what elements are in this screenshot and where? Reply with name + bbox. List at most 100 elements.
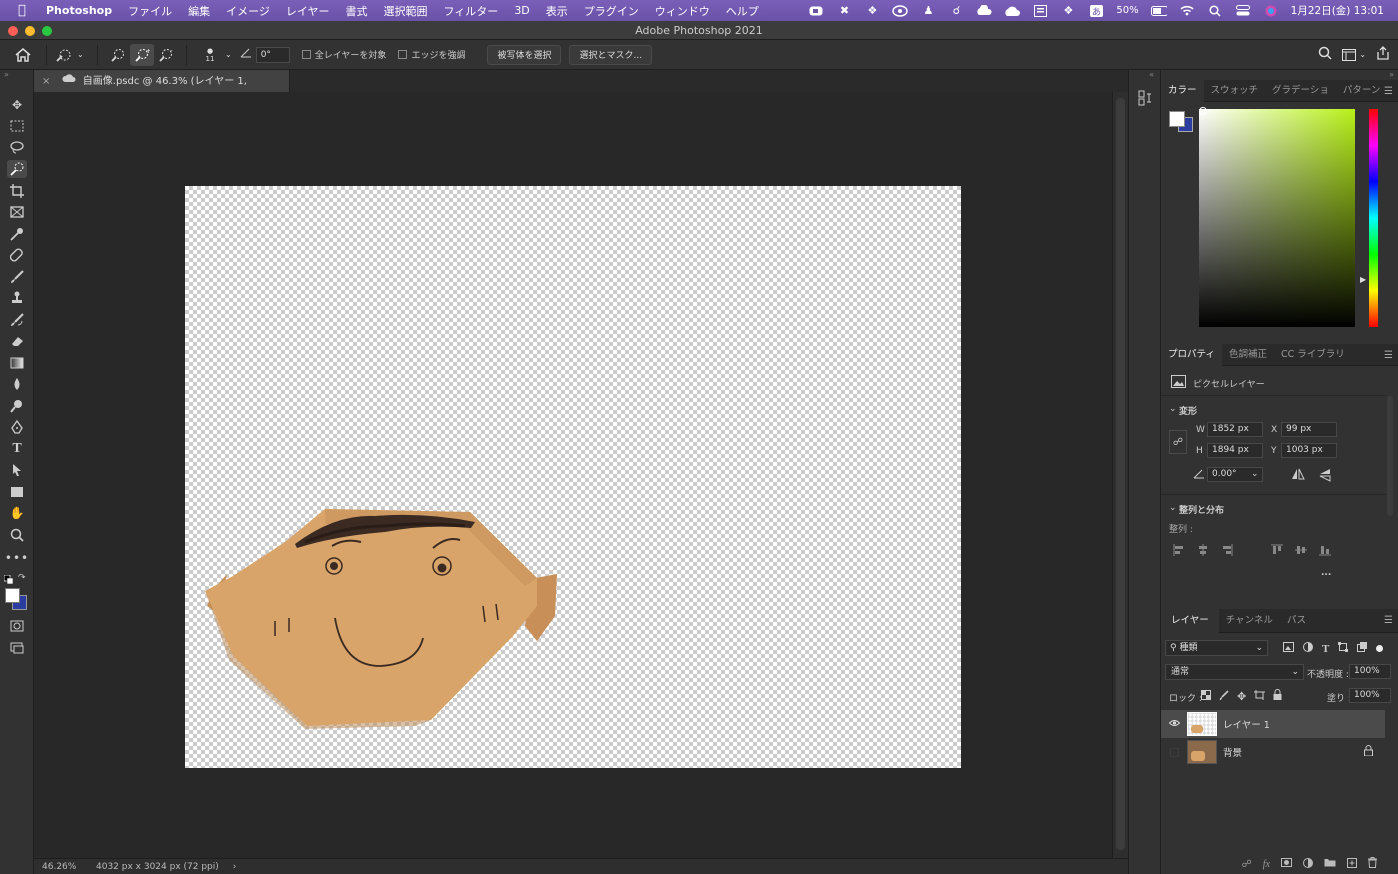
panel-menu-icon[interactable]: ☰ bbox=[1384, 86, 1393, 97]
share-icon[interactable] bbox=[1376, 46, 1390, 63]
layer-name[interactable]: レイヤー 1 bbox=[1223, 717, 1270, 731]
spotlight-search-icon[interactable] bbox=[1207, 4, 1223, 17]
rectangle-tool-icon[interactable] bbox=[7, 483, 27, 501]
lock-position-icon[interactable]: ✥ bbox=[1237, 690, 1246, 703]
menu-file[interactable]: ファイル bbox=[128, 3, 172, 19]
lock-all-icon[interactable] bbox=[1273, 689, 1282, 703]
width-field[interactable]: 1852 px bbox=[1207, 422, 1263, 437]
grid-app-icon[interactable]: ❖ bbox=[1060, 4, 1076, 17]
tool-preset-picker[interactable]: ⌄ bbox=[55, 48, 89, 62]
menu-help[interactable]: ヘルプ bbox=[726, 3, 759, 19]
visibility-toggle-empty[interactable] bbox=[1161, 747, 1187, 757]
marquee-tool-icon[interactable] bbox=[7, 117, 27, 135]
zoom-tool-icon[interactable] bbox=[7, 526, 27, 544]
subtract-from-selection-mode-icon[interactable]: - bbox=[154, 48, 178, 62]
default-colors-icon[interactable] bbox=[3, 574, 14, 587]
chevron-down-icon[interactable]: ⌄ bbox=[1169, 503, 1177, 513]
close-tab-icon[interactable]: × bbox=[42, 76, 50, 87]
adjustment-layer-icon[interactable] bbox=[1303, 857, 1313, 871]
link-layers-icon[interactable]: ☍ bbox=[1242, 859, 1252, 870]
hue-slider[interactable] bbox=[1369, 109, 1378, 327]
menu-window[interactable]: ウィンドウ bbox=[655, 3, 710, 19]
wifi-icon[interactable] bbox=[1179, 4, 1195, 17]
document-icon[interactable] bbox=[1032, 4, 1048, 17]
menu-select[interactable]: 選択範囲 bbox=[384, 3, 428, 19]
lock-image-pixels-icon[interactable] bbox=[1219, 689, 1229, 703]
quick-selection-tool-icon[interactable] bbox=[7, 160, 27, 178]
menu-type[interactable]: 書式 bbox=[346, 3, 368, 19]
brush-tool-icon[interactable] bbox=[7, 268, 27, 286]
zoom-window-button[interactable] bbox=[42, 26, 52, 36]
lock-artboard-icon[interactable] bbox=[1254, 689, 1266, 703]
menu-filter[interactable]: フィルター bbox=[444, 3, 499, 19]
align-left-icon[interactable] bbox=[1173, 544, 1185, 559]
fill-field[interactable]: 100% bbox=[1349, 688, 1391, 703]
eraser-tool-icon[interactable] bbox=[7, 332, 27, 350]
add-mask-icon[interactable] bbox=[1281, 858, 1292, 870]
path-selection-tool-icon[interactable] bbox=[7, 461, 27, 479]
menu-plugins[interactable]: プラグイン bbox=[584, 3, 639, 19]
hand-tool-icon[interactable]: ✋ bbox=[7, 504, 27, 522]
layer-row[interactable]: 背景 bbox=[1161, 738, 1385, 766]
tab-paths[interactable]: パス bbox=[1280, 609, 1313, 633]
clone-stamp-tool-icon[interactable] bbox=[7, 289, 27, 307]
layer-lock-icon[interactable] bbox=[1364, 745, 1373, 759]
collapse-panel-icon[interactable]: » bbox=[4, 70, 9, 79]
menu-image[interactable]: イメージ bbox=[226, 3, 270, 19]
enhance-edge-checkbox[interactable]: エッジを強調 bbox=[398, 48, 465, 61]
align-right-icon[interactable] bbox=[1221, 544, 1233, 559]
sample-all-layers-checkbox[interactable]: 全レイヤーを対象 bbox=[301, 48, 386, 61]
tab-cc-libraries[interactable]: CC ライブラリ bbox=[1274, 344, 1352, 366]
status-menu-icon[interactable]: › bbox=[233, 862, 237, 872]
new-layer-icon[interactable] bbox=[1347, 857, 1357, 871]
collapse-panel-icon[interactable]: » bbox=[1389, 70, 1394, 79]
dropbox-icon[interactable]: ❖ bbox=[864, 4, 880, 17]
new-selection-mode-icon[interactable] bbox=[106, 48, 130, 62]
battery-icon[interactable] bbox=[1150, 4, 1167, 17]
filter-type-icon[interactable]: T bbox=[1322, 643, 1329, 655]
scrollbar-thumb[interactable] bbox=[1116, 98, 1125, 850]
tab-adjustments[interactable]: 色調補正 bbox=[1222, 344, 1274, 366]
transform-section-title[interactable]: 変形 bbox=[1179, 404, 1197, 417]
align-vertical-center-icon[interactable] bbox=[1295, 544, 1307, 559]
cloud-icon[interactable] bbox=[1004, 4, 1021, 17]
select-subject-button[interactable]: 被写体を選択 bbox=[487, 44, 562, 65]
document-tab[interactable]: × 自画像.psdc @ 46.3% (レイヤー 1, RGB/8*) * bbox=[34, 70, 290, 109]
align-top-icon[interactable] bbox=[1271, 544, 1283, 559]
panel-menu-icon[interactable]: ☰ bbox=[1384, 615, 1393, 626]
zoom-app-icon[interactable] bbox=[808, 4, 824, 17]
add-to-selection-mode-icon[interactable]: + bbox=[130, 43, 154, 66]
lock-transparent-pixels-icon[interactable] bbox=[1201, 689, 1211, 703]
properties-scrollbar[interactable] bbox=[1387, 396, 1393, 516]
workspace-icon[interactable]: ⌄ bbox=[1342, 48, 1366, 61]
filter-shape-icon[interactable] bbox=[1338, 642, 1349, 655]
home-icon[interactable] bbox=[8, 47, 38, 62]
select-and-mask-button[interactable]: 選択とマスク... bbox=[569, 44, 653, 65]
panel-menu-icon[interactable]: ☰ bbox=[1384, 350, 1393, 361]
lasso-tool-icon[interactable] bbox=[7, 138, 27, 156]
visibility-eye-icon[interactable] bbox=[1161, 719, 1187, 730]
align-horizontal-center-icon[interactable] bbox=[1197, 544, 1209, 559]
chevron-down-icon[interactable]: ⌄ bbox=[1251, 469, 1259, 479]
align-section-title[interactable]: 整列と分布 bbox=[1179, 503, 1224, 516]
brush-angle-field[interactable]: 0° bbox=[255, 46, 290, 63]
pen-tool-icon[interactable] bbox=[7, 418, 27, 436]
tab-gradients[interactable]: グラデーショ bbox=[1265, 80, 1336, 102]
panel-foreground-color-swatch[interactable] bbox=[1169, 111, 1185, 127]
quick-mask-icon[interactable] bbox=[7, 617, 27, 635]
history-brush-tool-icon[interactable] bbox=[7, 311, 27, 329]
close-window-button[interactable] bbox=[8, 26, 18, 36]
move-tool-icon[interactable]: ✥ bbox=[7, 96, 27, 114]
x-position-field[interactable]: 99 px bbox=[1281, 422, 1337, 437]
layer-filter-dropdown[interactable]: ⚲ 種類 ⌄ bbox=[1165, 640, 1268, 656]
flip-vertical-icon[interactable] bbox=[1319, 468, 1331, 485]
healing-brush-tool-icon[interactable] bbox=[7, 246, 27, 264]
input-method-icon[interactable]: あ bbox=[1088, 4, 1104, 17]
filter-pixel-icon[interactable] bbox=[1283, 642, 1294, 655]
hue-slider-handle[interactable]: ▶ bbox=[1360, 275, 1366, 284]
layer-name[interactable]: 背景 bbox=[1223, 745, 1364, 759]
filter-smart-object-icon[interactable] bbox=[1357, 642, 1368, 655]
eyedropper-tool-icon[interactable] bbox=[7, 225, 27, 243]
control-center-icon[interactable] bbox=[1235, 4, 1251, 17]
document-canvas[interactable] bbox=[185, 186, 961, 768]
